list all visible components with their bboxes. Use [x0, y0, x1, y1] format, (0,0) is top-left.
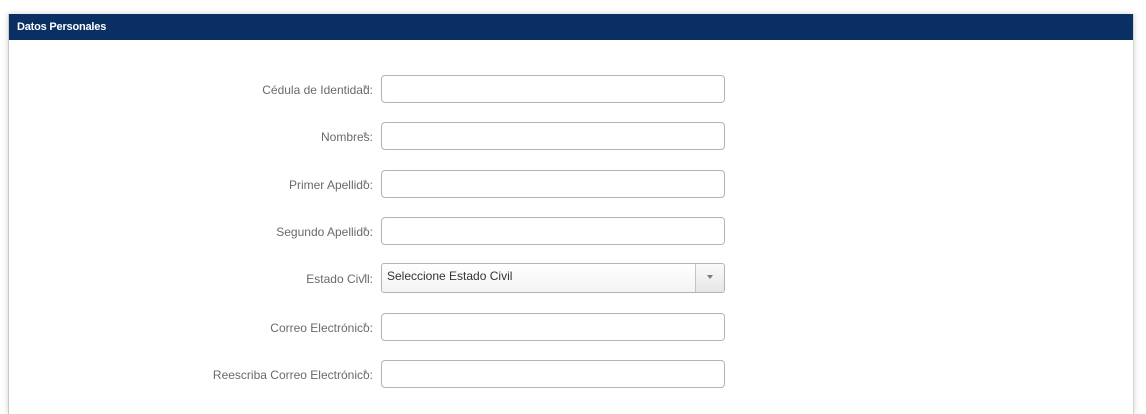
- datos-personales-panel: Datos Personales Cédula de Identidad: * …: [8, 14, 1134, 414]
- form-row-reescriba-correo: Reescriba Correo Electrónico: *: [9, 359, 1133, 391]
- required-marker: *: [363, 225, 368, 237]
- form-row-cedula: Cédula de Identidad: *: [9, 74, 1133, 106]
- required-marker: *: [363, 321, 368, 333]
- correo-label: Correo Electrónico:: [270, 321, 373, 335]
- segundo-apellido-input[interactable]: [381, 217, 725, 245]
- required-marker: *: [363, 178, 368, 190]
- cedula-label: Cédula de Identidad:: [262, 83, 373, 97]
- required-marker: *: [363, 272, 368, 284]
- primer-apellido-label: Primer Apellido:: [288, 178, 373, 192]
- form-row-segundo-apellido: Segundo Apellido: *: [9, 216, 1133, 248]
- required-marker: *: [363, 130, 368, 142]
- form-row-primer-apellido: Primer Apellido: *: [9, 169, 1133, 201]
- required-marker: *: [363, 83, 368, 95]
- form-row-estado-civil: Estado Civil: * Seleccione Estado Civil: [9, 263, 1133, 295]
- panel-title: Datos Personales: [9, 14, 1133, 40]
- cedula-input[interactable]: [381, 75, 725, 103]
- estado-civil-select[interactable]: Seleccione Estado Civil: [381, 263, 725, 293]
- primer-apellido-input[interactable]: [381, 170, 725, 198]
- estado-civil-selected-value: Seleccione Estado Civil: [387, 269, 513, 283]
- form-row-nombres: Nombres: *: [9, 121, 1133, 153]
- segundo-apellido-label: Segundo Apellido:: [276, 225, 373, 239]
- reescriba-correo-label: Reescriba Correo Electrónico:: [212, 368, 373, 382]
- correo-input[interactable]: [381, 313, 725, 341]
- nombres-input[interactable]: [381, 122, 725, 150]
- reescriba-correo-input[interactable]: [381, 360, 725, 388]
- form-row-correo: Correo Electrónico: *: [9, 312, 1133, 344]
- required-marker: *: [363, 368, 368, 380]
- chevron-down-icon[interactable]: [695, 264, 724, 292]
